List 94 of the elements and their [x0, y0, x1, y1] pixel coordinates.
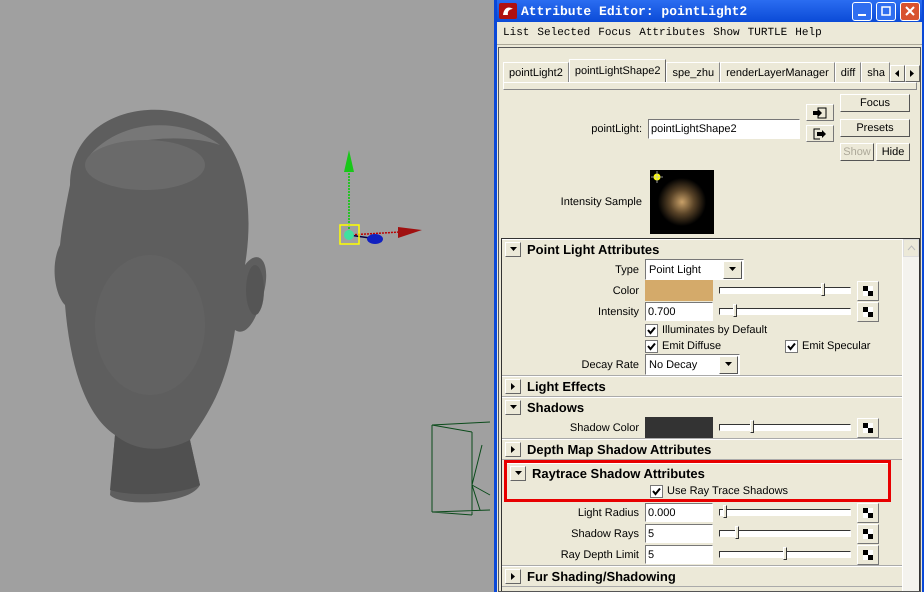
menu-item[interactable]: Selected: [533, 27, 594, 39]
checkbox-label: Emit Specular: [802, 340, 870, 352]
expand-toggle[interactable]: [505, 242, 521, 257]
viewport[interactable]: [0, 0, 494, 592]
section-title: Light Effects: [527, 379, 606, 394]
checker-icon: [863, 550, 873, 560]
field-label: Light Radius: [576, 506, 640, 518]
map-button[interactable]: [857, 280, 879, 300]
scrollbar[interactable]: [902, 239, 919, 591]
section-title: Fur Shading/Shadowing: [527, 569, 676, 584]
load-icon-button[interactable]: [806, 104, 834, 121]
field-label: Shadow Rays: [570, 528, 640, 540]
menu-item[interactable]: Attributes: [635, 27, 710, 39]
checker-icon: [863, 286, 873, 296]
color-swatch[interactable]: [645, 417, 713, 438]
expand-toggle[interactable]: [505, 379, 521, 394]
field-label: pointLight:: [590, 123, 643, 135]
checkbox-label: Use Ray Trace Shadows: [667, 485, 788, 497]
checkbox[interactable]: [650, 484, 663, 498]
menu-item[interactable]: TURTLE: [744, 27, 792, 39]
expand-toggle[interactable]: [505, 569, 521, 584]
field-label: Color: [612, 284, 640, 296]
scroll-right-button[interactable]: [905, 65, 920, 82]
section-title: Point Light Attributes: [527, 242, 660, 257]
map-button[interactable]: [857, 544, 879, 564]
field-label: Ray Depth Limit: [560, 548, 640, 560]
field-label: Shadow Color: [568, 422, 640, 434]
tab[interactable]: sha: [861, 62, 890, 82]
checkbox-label: Emit Diffuse: [662, 340, 722, 352]
checker-icon: [863, 306, 873, 316]
tab[interactable]: spe_zhu: [666, 62, 720, 82]
map-button[interactable]: [857, 302, 879, 322]
checker-icon: [863, 508, 873, 518]
arrow-into-box-icon: [813, 106, 827, 118]
dropdown[interactable]: Point Light: [645, 259, 744, 280]
section-title: Depth Map Shadow Attributes: [527, 442, 712, 457]
expand-toggle[interactable]: [510, 466, 526, 481]
menu-item[interactable]: List: [499, 27, 534, 39]
expand-toggle[interactable]: [505, 442, 521, 457]
number-field[interactable]: 5: [645, 545, 713, 564]
menu-item[interactable]: Focus: [594, 27, 636, 39]
tab[interactable]: pointLight2: [503, 62, 569, 82]
light-preview: [650, 170, 714, 234]
button[interactable]: Presets: [840, 118, 910, 137]
caret-right-icon: [508, 382, 518, 391]
maximize-button[interactable]: [876, 2, 896, 20]
slider-handle[interactable]: [735, 526, 740, 539]
node-name-field[interactable]: pointLightShape2: [648, 119, 800, 139]
caret-right-icon: [508, 572, 518, 581]
number-field[interactable]: 0.000: [645, 503, 713, 522]
slider-handle[interactable]: [750, 420, 754, 433]
section-title: Shadows: [527, 400, 584, 415]
field-label: Intensity Sample: [560, 196, 643, 208]
checkbox[interactable]: [645, 324, 658, 336]
checker-icon: [863, 528, 873, 538]
tab[interactable]: pointLightShape2: [568, 59, 666, 82]
slider-handle[interactable]: [732, 304, 737, 317]
minimize-button[interactable]: [852, 2, 872, 20]
slider-handle[interactable]: [722, 505, 727, 518]
field-label: Type: [614, 264, 640, 276]
menu-item[interactable]: Show: [709, 27, 744, 39]
map-button[interactable]: [857, 524, 879, 544]
export-icon-button[interactable]: [806, 125, 834, 142]
slider-handle[interactable]: [820, 283, 825, 296]
checkbox[interactable]: [645, 340, 658, 352]
field-label: Intensity: [597, 306, 640, 318]
map-button[interactable]: [857, 418, 879, 438]
field-label: Decay Rate: [580, 358, 640, 370]
expand-toggle[interactable]: [505, 400, 521, 415]
number-field[interactable]: 0.700: [645, 302, 713, 321]
tab[interactable]: renderLayerManager: [720, 62, 835, 82]
minimize-icon: [858, 14, 866, 16]
dropdown[interactable]: No Decay: [645, 354, 740, 375]
checkbox-label: Illuminates by Default: [662, 324, 768, 336]
arrow-out-of-box-icon: [813, 128, 827, 140]
scroll-up-icon: [906, 245, 916, 251]
slider-handle[interactable]: [783, 547, 787, 560]
scroll-left-button[interactable]: [890, 65, 906, 82]
caret-right-icon: [508, 445, 518, 454]
color-swatch[interactable]: [645, 280, 713, 301]
button[interactable]: Focus: [840, 94, 910, 112]
maximize-icon: [881, 6, 891, 16]
section-title: Raytrace Shadow Attributes: [532, 466, 705, 481]
number-field[interactable]: 5: [645, 524, 713, 543]
button[interactable]: Hide: [876, 143, 910, 162]
checker-icon: [863, 422, 873, 432]
close-button[interactable]: [900, 2, 920, 20]
map-button[interactable]: [857, 502, 879, 522]
window-title: Attribute Editor: pointLight2: [521, 4, 748, 18]
checkbox[interactable]: [785, 340, 798, 352]
tab[interactable]: diff: [834, 62, 862, 82]
menu-item[interactable]: Help: [791, 27, 826, 39]
close-icon: [905, 6, 915, 16]
app-icon: [499, 3, 517, 19]
